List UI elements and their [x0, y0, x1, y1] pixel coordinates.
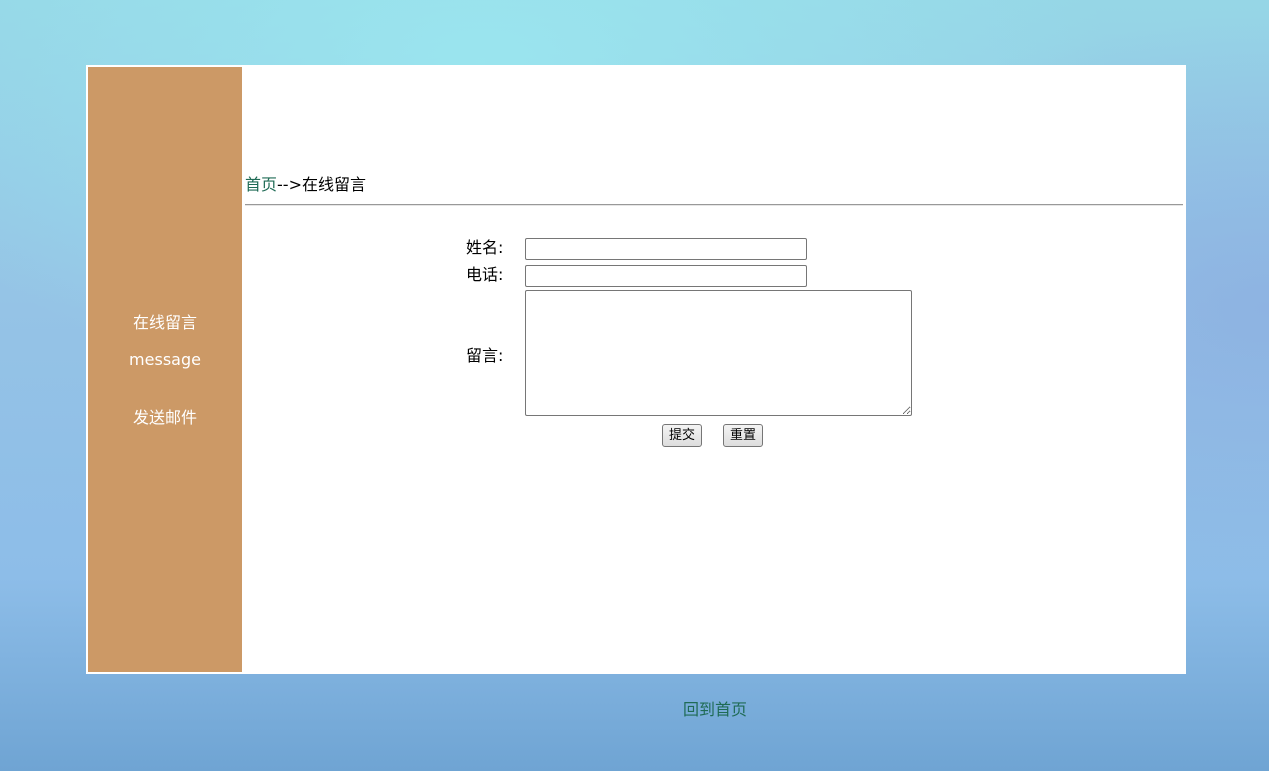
phone-field[interactable]	[525, 265, 807, 287]
message-label: 留言:	[466, 346, 504, 365]
page-frame: 在线留言 message 发送邮件 首页-->在线留言 姓名: 电话: 留言: …	[86, 65, 1186, 719]
sidebar: 在线留言 message 发送邮件	[88, 67, 242, 672]
sidebar-item-message[interactable]: message	[88, 350, 242, 370]
message-textarea[interactable]	[525, 290, 912, 416]
breadcrumb-separator: -->	[277, 175, 302, 194]
breadcrumb-home-link[interactable]: 首页	[245, 175, 277, 194]
header-divider	[245, 204, 1183, 206]
back-home-link[interactable]: 回到首页	[683, 700, 747, 720]
reset-button[interactable]: 重置	[723, 424, 764, 447]
submit-button[interactable]: 提交	[662, 424, 703, 447]
sidebar-item-send-email[interactable]: 发送邮件	[88, 408, 242, 428]
breadcrumb: 首页-->在线留言	[245, 175, 366, 195]
name-field[interactable]	[525, 238, 807, 260]
phone-label: 电话:	[466, 265, 504, 284]
sidebar-item-online-message[interactable]: 在线留言	[88, 313, 242, 333]
breadcrumb-current: 在线留言	[301, 175, 366, 194]
name-label: 姓名:	[466, 238, 504, 257]
